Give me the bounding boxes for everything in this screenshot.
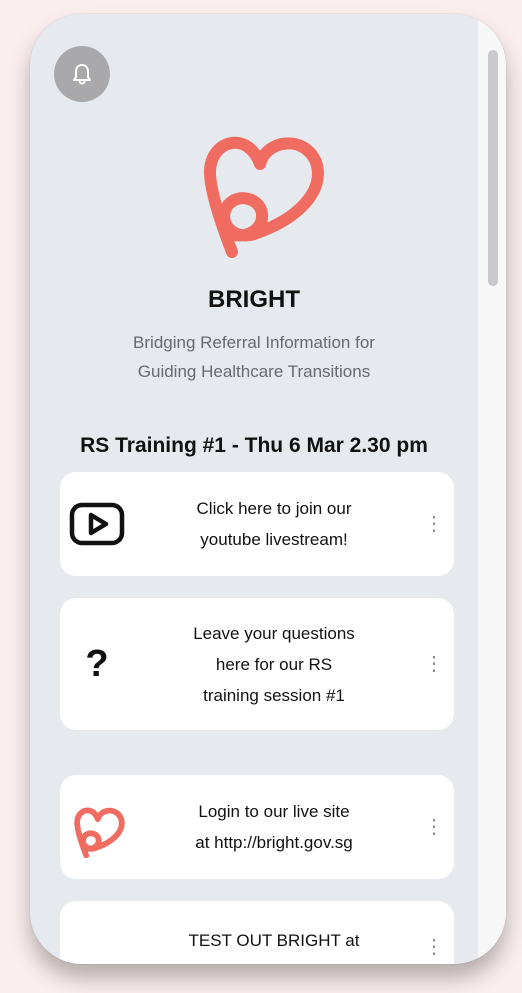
question-mark-icon: ? xyxy=(85,642,109,685)
bell-icon xyxy=(73,64,91,85)
phone-frame: BRIGHT Bridging Referral Information for… xyxy=(30,14,506,964)
notification-button[interactable] xyxy=(54,46,110,102)
card-icon-slot: ? xyxy=(60,643,134,686)
youtube-livestream-card[interactable]: Click here to join our youtube livestrea… xyxy=(60,472,454,576)
live-site-card[interactable]: Login to our live site at http://bright.… xyxy=(60,775,454,879)
more-options-button[interactable]: ⋮ xyxy=(414,817,454,837)
card-text: Click here to join our youtube livestrea… xyxy=(134,493,414,555)
card-text: Leave your questions here for our RS tra… xyxy=(134,618,414,711)
card-text-line: Leave your questions xyxy=(193,623,355,643)
youtube-play-icon xyxy=(69,502,125,546)
brand-title: BRIGHT xyxy=(208,286,300,313)
brand-subtitle-line2: Guiding Healthcare Transitions xyxy=(137,362,371,381)
questions-card[interactable]: ? Leave your questions here for our RS t… xyxy=(60,598,454,730)
card-text-line: youtube livestream! xyxy=(200,530,348,549)
card-text-line: Click here to join our xyxy=(196,499,352,518)
bright-heart-icon xyxy=(74,807,125,858)
brand-subtitle: Bridging Referral Information for Guidin… xyxy=(70,328,438,386)
card-text-line: TEST OUT BRIGHT at xyxy=(188,931,360,950)
scrollbar-thumb[interactable] xyxy=(488,50,498,286)
card-text-line: Login to our live site xyxy=(198,802,350,821)
card-icon-slot xyxy=(60,796,134,858)
test-bright-card[interactable]: TEST OUT BRIGHT at ⋮ xyxy=(60,901,454,964)
card-icon-slot xyxy=(60,502,134,546)
card-text-line: training session #1 xyxy=(203,685,345,705)
bright-logo xyxy=(204,136,324,258)
card-text-line: at http://bright.gov.sg xyxy=(195,833,353,852)
session-title: RS Training #1 - Thu 6 Mar 2.30 pm xyxy=(80,434,428,457)
scrollbar-track[interactable] xyxy=(478,14,506,964)
brand-subtitle-line1: Bridging Referral Information for xyxy=(133,333,375,352)
card-text-line: here for our RS xyxy=(215,654,333,674)
more-options-button[interactable]: ⋮ xyxy=(414,901,454,957)
card-text: TEST OUT BRIGHT at xyxy=(134,901,414,956)
more-options-button[interactable]: ⋮ xyxy=(414,514,454,534)
more-options-button[interactable]: ⋮ xyxy=(414,654,454,674)
card-text: Login to our live site at http://bright.… xyxy=(134,796,414,858)
